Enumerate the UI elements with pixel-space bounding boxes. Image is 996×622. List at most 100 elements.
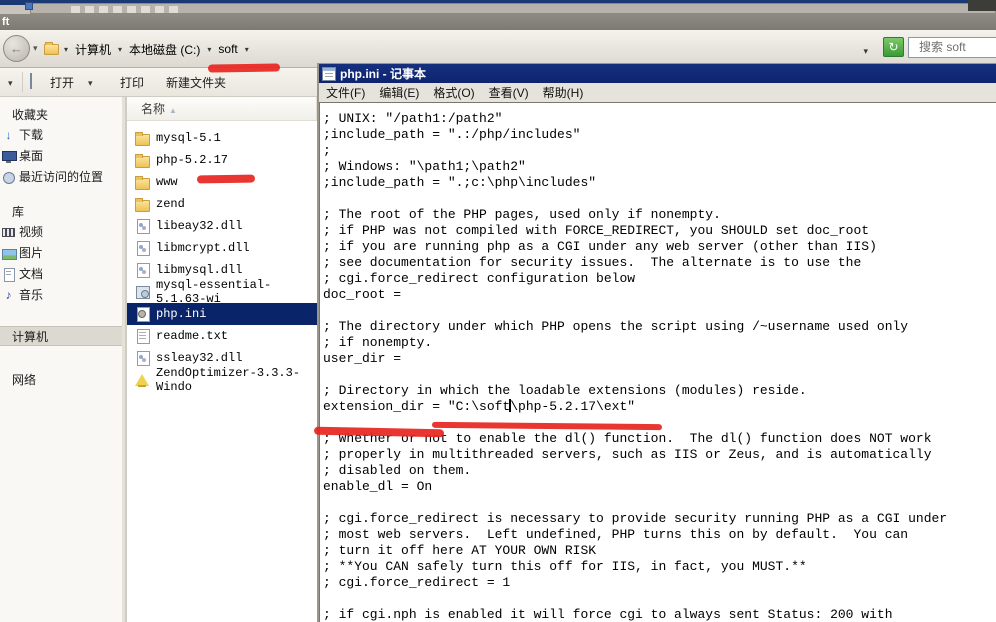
breadcrumb-folder-icon (44, 44, 59, 55)
file-row[interactable]: ZendOptimizer-3.3.3-Windo (127, 369, 317, 391)
open-button[interactable]: 打开 (50, 74, 74, 91)
sidebar-item-label: 下载 (19, 125, 43, 146)
text-line: ; if you are running php as a CGI under … (323, 239, 996, 255)
file-name: readme.txt (156, 329, 228, 343)
new-folder-button[interactable]: 新建文件夹 (166, 74, 226, 91)
notepad-window: php.ini - 记事本 文件(F)编辑(E)格式(O)查看(V)帮助(H) … (317, 63, 996, 622)
background-window-titlebar (30, 3, 996, 14)
sidebar-item-label: 桌面 (19, 146, 43, 167)
breadcrumb-item-1[interactable]: 本地磁盘 (C:) (127, 40, 202, 59)
file-row[interactable]: libmcrypt.dll (127, 237, 317, 259)
column-header-name[interactable]: 名称▲ (127, 97, 317, 121)
text-line: ;include_path = ".;c:\php\includes" (323, 175, 996, 191)
videos-icon (2, 226, 15, 239)
address-dropdown-chevron-icon[interactable]: ▾ (863, 46, 868, 57)
column-header-name-label: 名称 (141, 102, 165, 116)
notepad-menu-3[interactable]: 查看(V) (489, 84, 529, 101)
file-row[interactable]: libeay32.dll (127, 215, 317, 237)
sidebar-header-favorites[interactable]: 收藏夹 (0, 105, 122, 125)
folder-icon (135, 131, 150, 145)
background-window-icon (25, 2, 33, 10)
sidebar-item[interactable]: ↓下载 (0, 125, 122, 146)
red-underline-soft-breadcrumb (208, 63, 280, 72)
text-line: ; most web servers. Left undefined, PHP … (323, 527, 996, 543)
notepad-titlebar[interactable]: php.ini - 记事本 (319, 64, 996, 83)
red-underline-php-folder (197, 174, 255, 183)
notepad-icon (322, 67, 336, 81)
sidebar-favorites-list: ↓下载桌面最近访问的位置 (0, 125, 122, 188)
text-line: user_dir = (323, 351, 996, 367)
folder-icon (135, 197, 150, 211)
organize-chevron-icon[interactable]: ▾ (8, 78, 13, 89)
nav-history-chevron-icon[interactable]: ▾ (33, 43, 38, 54)
dll-file-icon (135, 219, 150, 233)
text-line: ; UNIX: "/path1:/path2" (323, 111, 996, 127)
text-line: ; (323, 143, 996, 159)
navigation-pane: 收藏夹 ↓下载桌面最近访问的位置 库 视频图片文档♪音乐 计算机 网络 (0, 97, 122, 622)
sidebar-item-computer[interactable]: 计算机 (0, 326, 122, 346)
text-line (323, 303, 996, 319)
file-row[interactable]: php-5.2.17 (127, 149, 317, 171)
background-window-buttons (968, 0, 996, 11)
file-name: ssleay32.dll (156, 351, 242, 365)
text-caret (509, 399, 511, 412)
file-name: libeay32.dll (156, 219, 242, 233)
sidebar-item[interactable]: 文档 (0, 264, 122, 285)
file-row[interactable]: mysql-essential-5.1.63-wi (127, 281, 317, 303)
text-line: ; cgi.force_redirect is necessary to pro… (323, 511, 996, 527)
notepad-text-area[interactable]: ; UNIX: "/path1:/path2" ;include_path = "… (319, 102, 996, 622)
notepad-menu-0[interactable]: 文件(F) (326, 84, 365, 101)
screen: ft ← ▾ ▾计算机▾本地磁盘 (C:)▾soft▾ ▾ ↻ 搜索 soft … (0, 0, 996, 622)
breadcrumb-separator-icon[interactable]: ▾ (245, 45, 249, 54)
text-line: ; if nonempty. (323, 335, 996, 351)
installer-file-icon (135, 285, 150, 299)
file-row[interactable]: mysql-5.1 (127, 127, 317, 149)
breadcrumb: ▾ 计算机 ▾ 本地磁盘 (C:) ▾ soft ▾ (44, 38, 249, 60)
notepad-menu-4[interactable]: 帮助(H) (543, 84, 584, 101)
sidebar-item[interactable]: 视频 (0, 222, 122, 243)
notepad-menu-1[interactable]: 编辑(E) (379, 84, 419, 101)
desktop-icon (2, 150, 15, 163)
sidebar-item-label: 文档 (19, 264, 43, 285)
print-button[interactable]: 打印 (120, 74, 144, 91)
sidebar-item[interactable]: 最近访问的位置 (0, 167, 122, 188)
file-row[interactable]: php.ini (127, 303, 317, 325)
search-input[interactable]: 搜索 soft (908, 37, 996, 58)
sidebar-item-label: 最近访问的位置 (19, 167, 103, 188)
open-file-icon (30, 73, 32, 89)
refresh-button[interactable]: ↻ (883, 37, 904, 57)
breadcrumb-item-2[interactable]: soft (216, 41, 239, 57)
recent-places-icon (2, 171, 15, 184)
breadcrumb-separator-icon[interactable]: ▾ (64, 45, 68, 54)
folder-icon (135, 153, 150, 167)
sidebar-item[interactable]: 桌面 (0, 146, 122, 167)
sidebar-item-label: 视频 (19, 222, 43, 243)
sidebar-item-label: 图片 (19, 243, 43, 264)
toolbar-separator (22, 72, 23, 92)
text-file-icon (135, 329, 150, 343)
sidebar-item-network[interactable]: 网络 (0, 370, 122, 390)
file-name: php.ini (156, 307, 206, 321)
breadcrumb-separator-icon[interactable]: ▾ (207, 45, 211, 54)
text-line: ; The directory under which PHP opens th… (323, 319, 996, 335)
explorer-title-partial-text: ft (2, 16, 9, 28)
dll-file-icon (135, 241, 150, 255)
dll-file-icon (135, 351, 150, 365)
back-button[interactable]: ← (3, 35, 30, 62)
sidebar-item[interactable]: 图片 (0, 243, 122, 264)
music-icon: ♪ (2, 289, 15, 302)
sidebar-header-libraries[interactable]: 库 (0, 202, 122, 222)
open-dropdown-chevron-icon[interactable]: ▾ (88, 78, 93, 89)
breadcrumb-item-0[interactable]: 计算机 (73, 40, 113, 59)
text-line: ; cgi.force_redirect = 1 (323, 575, 996, 591)
file-row[interactable]: zend (127, 193, 317, 215)
breadcrumb-separator-icon[interactable]: ▾ (118, 45, 122, 54)
sidebar-item[interactable]: ♪音乐 (0, 285, 122, 306)
ini-file-icon (135, 307, 150, 321)
text-line (323, 367, 996, 383)
notepad-menu-2[interactable]: 格式(O) (433, 84, 474, 101)
text-line: ; The root of the PHP pages, used only i… (323, 207, 996, 223)
text-line: doc_root = (323, 287, 996, 303)
file-row[interactable]: readme.txt (127, 325, 317, 347)
folder-icon (135, 175, 150, 189)
